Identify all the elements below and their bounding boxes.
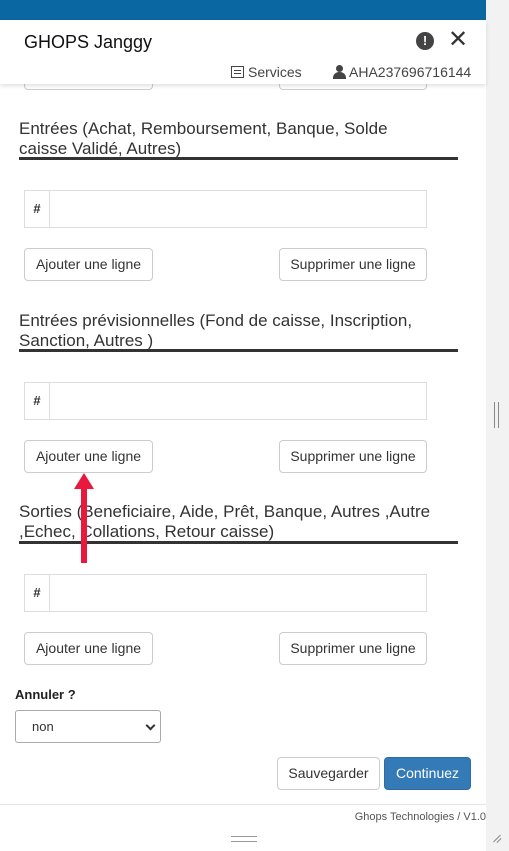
sorties-table: # — [24, 574, 427, 612]
app-title: GHOPS Janggy — [24, 32, 153, 52]
section-title-entrees-previsionnelles: Entrées prévisionnelles (Fond de caisse,… — [19, 311, 413, 350]
footer-text: Ghops Technologies / V1.0 — [354, 811, 486, 823]
column-header-number: # — [25, 191, 50, 227]
save-button[interactable]: Sauvegarder — [277, 757, 380, 790]
corner-resize-icon[interactable] — [490, 832, 502, 844]
column-header-number: # — [25, 383, 50, 419]
entrees-previsionnelles-table: # — [24, 382, 427, 420]
column-header-number: # — [25, 575, 50, 611]
close-icon[interactable]: ✕ — [448, 27, 468, 53]
scrollbar-grip-icon[interactable] — [494, 402, 499, 428]
user-id: AHA237696716144 — [349, 64, 472, 80]
annuler-label: Annuler ? — [15, 687, 76, 702]
user-icon — [333, 65, 346, 79]
footer-divider — [0, 804, 486, 805]
warning-icon[interactable]: ! — [416, 32, 434, 50]
user-account[interactable]: AHA237696716144 — [333, 64, 471, 80]
annotation-arrow-icon — [74, 473, 94, 563]
services-label: Services — [248, 64, 302, 80]
continue-button[interactable]: Continuez — [384, 757, 471, 790]
add-row-button[interactable]: Ajouter une ligne — [24, 632, 153, 665]
annuler-select[interactable]: non — [15, 710, 161, 743]
section-title-entrees: Entrées (Achat, Remboursement, Banque, S… — [19, 119, 388, 158]
add-row-button[interactable]: Ajouter une ligne — [24, 248, 153, 281]
annuler-selected-value: non — [32, 719, 54, 734]
delete-row-button[interactable]: Supprimer une ligne — [279, 632, 427, 665]
section-divider — [19, 349, 458, 352]
services-link[interactable]: Services — [231, 64, 302, 80]
app-window: GHOPS Janggy ! ✕ Services AHA23769671614… — [0, 0, 509, 851]
list-icon — [231, 66, 244, 78]
brand-stripe — [0, 0, 486, 20]
resize-handle-icon[interactable] — [231, 836, 257, 842]
delete-row-button[interactable]: Supprimer une ligne — [279, 440, 427, 473]
chevron-down-icon — [145, 720, 156, 731]
add-row-button[interactable]: Ajouter une ligne — [24, 440, 153, 473]
entrees-table: # — [24, 190, 427, 228]
annotation-arrow-shape — [74, 473, 94, 563]
section-divider — [19, 157, 458, 160]
header: GHOPS Janggy ! ✕ Services AHA23769671614… — [0, 20, 486, 84]
delete-row-button[interactable]: Supprimer une ligne — [279, 248, 427, 281]
